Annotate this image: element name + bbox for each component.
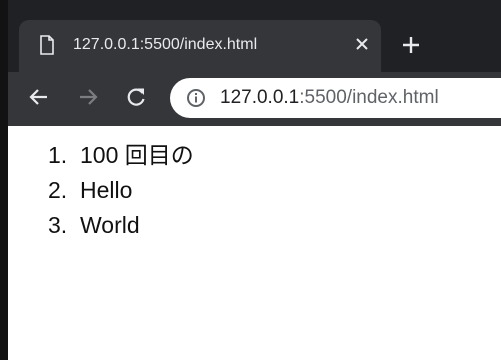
reload-icon[interactable] (125, 86, 147, 108)
ordered-list: 1. 100 回目の 2. Hello 3. World (48, 140, 194, 245)
list-item: 2. Hello (48, 175, 194, 210)
url-host: 127.0.0.1 (220, 87, 300, 108)
window-edge (0, 0, 8, 360)
list-item-number: 1. (48, 142, 68, 168)
tab-bar: 127.0.0.1:5500/index.html (8, 0, 501, 72)
document-icon (40, 35, 54, 55)
page-content: 1. 100 回目の 2. Hello 3. World (8, 126, 501, 360)
list-item-text: World (80, 212, 140, 238)
back-arrow-icon[interactable] (28, 86, 50, 108)
new-tab-icon[interactable] (401, 35, 421, 55)
browser-toolbar: 127.0.0.1:5500/index.html (8, 72, 501, 126)
list-item-number: 2. (48, 177, 68, 203)
close-tab-icon[interactable] (354, 36, 370, 52)
list-item: 3. World (48, 210, 194, 245)
address-bar[interactable]: 127.0.0.1:5500/index.html (170, 78, 501, 118)
forward-arrow-icon[interactable] (77, 86, 99, 108)
active-tab[interactable]: 127.0.0.1:5500/index.html (19, 20, 381, 72)
list-item: 1. 100 回目の (48, 140, 194, 175)
info-icon[interactable] (186, 88, 206, 108)
list-item-text: 100 回目の (80, 142, 194, 168)
tab-title: 127.0.0.1:5500/index.html (73, 36, 258, 53)
list-item-text: Hello (80, 177, 133, 203)
list-item-number: 3. (48, 212, 68, 238)
url-text: 127.0.0.1:5500/index.html (220, 87, 439, 109)
url-path: :5500/index.html (299, 87, 439, 108)
